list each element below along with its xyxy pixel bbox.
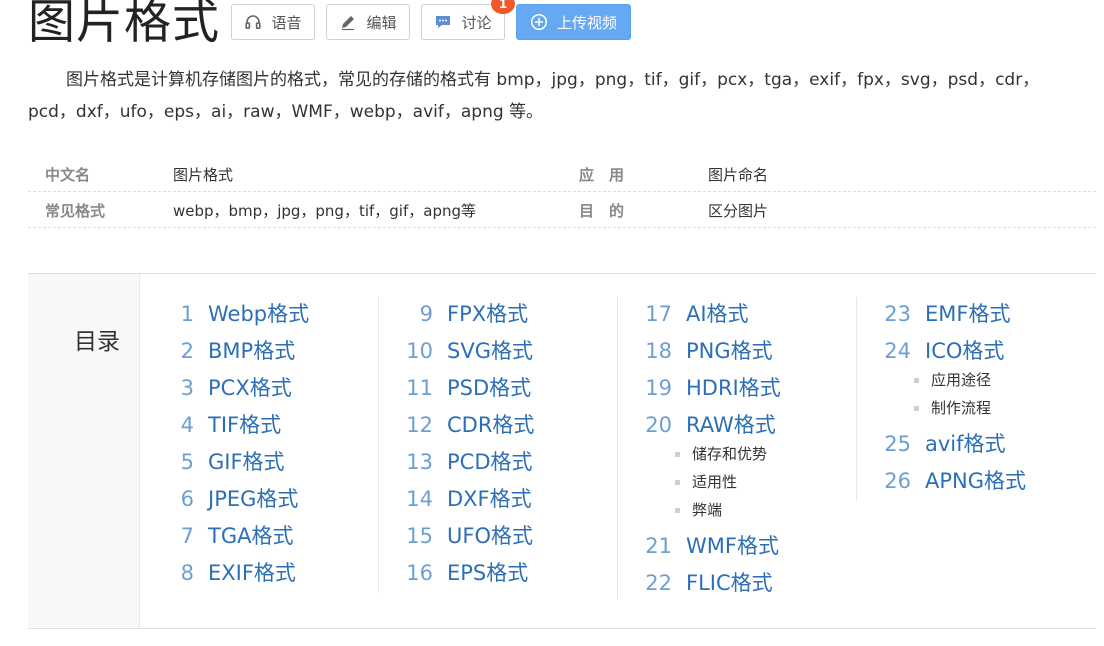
toc-item-5[interactable]: 5 GIF格式 [181, 447, 285, 477]
bullet-icon [914, 406, 919, 411]
info-value: 图片格式 [173, 166, 234, 184]
toc-item-11[interactable]: 11 PSD格式 [406, 373, 531, 403]
toc-item-8[interactable]: 8 EXIF格式 [181, 558, 296, 588]
toc-item-9[interactable]: 9 FPX格式 [420, 299, 529, 329]
toc-item-23[interactable]: 23 EMF格式 [884, 299, 1010, 329]
toc-sidebar: 目录 [28, 274, 140, 628]
info-value: 图片命名 [708, 166, 769, 184]
column-divider [856, 297, 857, 501]
title-bar: 图片格式 [28, 0, 220, 54]
edit-button-label: 编辑 [366, 13, 397, 32]
toc-item-20[interactable]: 20 RAW格式 [645, 410, 775, 440]
toc-title: 目录 [74, 329, 120, 355]
toc-subitem-ico-process[interactable]: 制作流程 [914, 398, 991, 418]
toc-item-17[interactable]: 17 AI格式 [645, 299, 748, 329]
plus-circle-icon [530, 13, 548, 31]
info-key: 目的 [579, 202, 640, 220]
column-divider [378, 297, 379, 593]
toc-subitem-raw-drawbacks[interactable]: 弊端 [675, 500, 722, 520]
info-value: webp，bmp，jpg，png，tif，gif，apng等 [173, 202, 476, 220]
toc-item-2[interactable]: 2 BMP格式 [181, 336, 296, 366]
upload-video-button[interactable]: 上传视频 [516, 4, 631, 40]
chat-icon [434, 13, 452, 31]
bullet-icon [675, 480, 680, 485]
toc-item-16[interactable]: 16 EPS格式 [406, 558, 528, 588]
toc-item-22[interactable]: 22 FLIC格式 [645, 568, 772, 598]
info-key: 中文名 [45, 166, 91, 184]
info-key: 常见格式 [45, 202, 106, 220]
voice-button[interactable]: 语音 [231, 4, 315, 40]
toc-item-21[interactable]: 21 WMF格式 [645, 531, 779, 561]
discuss-button-label: 讨论 [461, 13, 492, 32]
column-divider [617, 297, 618, 599]
toc-item-15[interactable]: 15 UFO格式 [406, 521, 533, 551]
info-value: 区分图片 [708, 202, 769, 220]
upload-video-label: 上传视频 [556, 13, 617, 32]
toc-subitem-raw-applicability[interactable]: 适用性 [675, 472, 737, 492]
summary-paragraph: 图片格式是计算机存储图片的格式，常见的存储的格式有 bmp，jpg，png，ti… [28, 70, 1040, 122]
table-of-contents: 目录 1 Webp格式 2 BMP格式 3 PCX格式 4 TIF格式 5 GIF格式 6… [28, 273, 1096, 629]
toc-item-10[interactable]: 10 SVG格式 [406, 336, 533, 366]
pencil-icon [339, 13, 357, 31]
bullet-icon [675, 508, 680, 513]
toc-item-1[interactable]: 1 Webp格式 [181, 299, 310, 329]
info-key: 应用 [579, 166, 640, 184]
toc-item-19[interactable]: 19 HDRI格式 [645, 373, 780, 403]
toc-item-3[interactable]: 3 PCX格式 [181, 373, 292, 403]
toc-item-6[interactable]: 6 JPEG格式 [181, 484, 299, 514]
basic-info-table: 中文名 图片格式 应用 图片命名 常见格式 webp，bmp，jpg，png，t… [28, 156, 1096, 228]
toc-item-24[interactable]: 24 ICO格式 [884, 336, 1004, 366]
toc-item-14[interactable]: 14 DXF格式 [406, 484, 531, 514]
toc-subitem-raw-advantages[interactable]: 储存和优势 [675, 444, 767, 464]
toc-item-13[interactable]: 13 PCD格式 [406, 447, 532, 477]
page-title: 图片格式 [28, 0, 220, 50]
toc-subitem-ico-usage[interactable]: 应用途径 [914, 370, 991, 390]
bullet-icon [914, 378, 919, 383]
toc-item-26[interactable]: 26 APNG格式 [884, 466, 1026, 496]
edit-button[interactable]: 编辑 [326, 4, 410, 40]
info-row: 中文名 图片格式 应用 图片命名 [28, 156, 1096, 192]
toc-item-4[interactable]: 4 TIF格式 [181, 410, 281, 440]
toc-item-25[interactable]: 25 avif格式 [884, 429, 1005, 459]
voice-button-label: 语音 [271, 13, 302, 32]
info-row: 常见格式 webp，bmp，jpg，png，tif，gif，apng等 目的 区… [28, 192, 1096, 228]
toc-item-18[interactable]: 18 PNG格式 [645, 336, 772, 366]
toc-item-12[interactable]: 12 CDR格式 [406, 410, 534, 440]
bullet-icon [675, 452, 680, 457]
toc-item-7[interactable]: 7 TGA格式 [181, 521, 294, 551]
headphones-icon [244, 13, 262, 31]
